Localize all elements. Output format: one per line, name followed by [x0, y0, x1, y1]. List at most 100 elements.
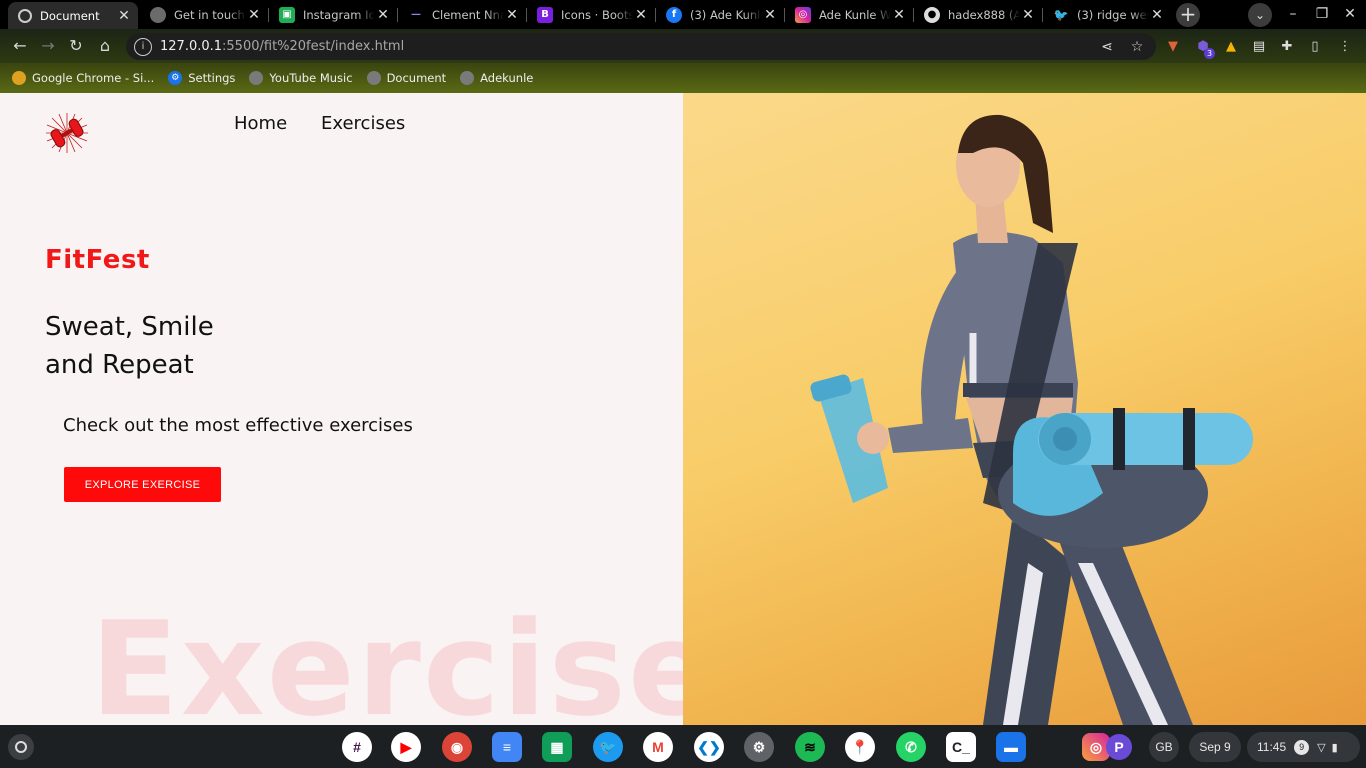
menu-kebab-icon[interactable]: ⋮: [1336, 38, 1354, 56]
line-favicon-icon: —: [411, 9, 421, 20]
minimize-icon[interactable]: –: [1283, 4, 1303, 24]
nav-home-link[interactable]: Home: [234, 113, 287, 134]
gear-icon: ⚙: [168, 71, 183, 85]
chrome-icon: [12, 71, 26, 85]
brand-title: FitFest: [45, 245, 150, 275]
notification-count: 9: [1294, 739, 1310, 755]
side-panel-icon[interactable]: ▯: [1306, 38, 1324, 56]
close-tab-icon[interactable]: ✕: [633, 7, 649, 23]
whatsapp-icon[interactable]: ✆: [896, 732, 926, 762]
tab-title: Ade Kunle Wu: [819, 7, 891, 22]
tab-clement[interactable]: — Clement Nnam ✕: [398, 0, 526, 29]
settings-icon[interactable]: ⚙: [744, 732, 774, 762]
brave-extension-icon[interactable]: ▼: [1164, 38, 1182, 56]
new-tab-button[interactable]: +: [1176, 3, 1200, 27]
bookmark-adekunle[interactable]: Adekunle: [460, 71, 533, 85]
gmail-icon[interactable]: M: [643, 732, 673, 762]
globe-icon: [460, 71, 475, 85]
hero-image: [683, 93, 1366, 725]
close-tab-icon[interactable]: ✕: [116, 8, 132, 24]
home-icon[interactable]: ⌂: [95, 36, 115, 56]
bookmark-document[interactable]: Document: [366, 71, 447, 85]
bookmark-chrome[interactable]: Google Chrome - Si...: [12, 71, 154, 85]
tab-title: hadex888 (Ani: [948, 7, 1020, 22]
tab-github[interactable]: ● hadex888 (Ani ✕: [914, 0, 1042, 29]
twitter-icon[interactable]: 🐦: [593, 732, 623, 762]
drive-icon[interactable]: ▲: [1222, 38, 1240, 56]
app-tray-icon[interactable]: P: [1106, 734, 1132, 760]
twitter-icon: 🐦: [1053, 7, 1069, 22]
maps-icon[interactable]: 📍: [845, 732, 875, 762]
close-window-icon[interactable]: ✕: [1340, 4, 1360, 24]
chrome-icon[interactable]: ◉: [442, 732, 472, 762]
close-tab-icon[interactable]: ✕: [891, 7, 907, 23]
tab-instagram[interactable]: ◎ Ade Kunle Wu ✕: [785, 0, 913, 29]
close-tab-icon[interactable]: ✕: [375, 7, 391, 23]
url-path: :5500/fit%20fest/index.html: [222, 39, 405, 54]
battery-icon: ▮: [1331, 741, 1338, 754]
address-bar[interactable]: i 127.0.0.1:5500/fit%20fest/index.html ⋖…: [126, 33, 1156, 60]
bookmark-youtube-music[interactable]: YouTube Music: [249, 71, 353, 85]
date-indicator[interactable]: Sep 9: [1189, 732, 1241, 762]
tab-title: (3) ridge wesle: [1077, 7, 1149, 22]
url-host: 127.0.0.1: [160, 39, 223, 54]
globe-icon: [18, 8, 32, 23]
sheets-favicon-icon: ▣: [279, 6, 295, 23]
close-tab-icon[interactable]: ✕: [504, 7, 520, 23]
browser-toolbar: ← → ↻ ⌂ i 127.0.0.1:5500/fit%20fest/inde…: [0, 29, 1366, 63]
terminal-icon[interactable]: C_: [946, 732, 976, 762]
close-tab-icon[interactable]: ✕: [1020, 7, 1036, 23]
keyboard-layout-indicator[interactable]: GB: [1149, 732, 1179, 762]
hero-tagline: Sweat, Smile and Repeat: [45, 308, 345, 384]
launcher-circle-icon: [15, 741, 27, 753]
page-content: Exercise Home Exercises FitFest Sweat, S…: [0, 93, 1366, 725]
bookmark-label: Document: [386, 71, 447, 85]
back-icon[interactable]: ←: [10, 36, 30, 56]
os-shelf: # ▶ ◉ ≡ ▦ 🐦 M ❮❯ ⚙ ≋ 📍 ✆ C_ ▬ ◎ P GB Sep 9 11:45 9 ▽ …: [0, 725, 1366, 768]
close-tab-icon[interactable]: ✕: [1149, 7, 1165, 23]
forward-icon[interactable]: →: [38, 36, 58, 56]
vscode-icon[interactable]: ❮❯: [694, 732, 724, 762]
tab-twitter[interactable]: 🐦 (3) ridge wesle ✕: [1043, 0, 1171, 29]
tab-get-in-touch[interactable]: Get in touch ✕: [140, 0, 268, 29]
wifi-icon: ▽: [1317, 741, 1326, 754]
nav-exercises-link[interactable]: Exercises: [321, 113, 405, 134]
calendar-extension-icon[interactable]: ▤: [1250, 38, 1268, 56]
clock-time: 11:45: [1257, 740, 1287, 754]
tab-title: Document: [40, 8, 100, 23]
launcher-button[interactable]: [8, 734, 34, 760]
system-tray[interactable]: 11:45 9 ▽ ▮: [1247, 732, 1360, 762]
tab-title: Clement Nnam: [432, 7, 504, 22]
tab-instagram-icon[interactable]: ▣ Instagram Icon ✕: [269, 0, 397, 29]
extensions-puzzle-icon[interactable]: ✚: [1278, 38, 1296, 56]
reload-icon[interactable]: ↻: [66, 36, 86, 56]
tab-title: Icons · Bootstr: [561, 7, 633, 22]
hero-subline: Check out the most effective exercises: [63, 415, 413, 436]
bookmark-settings[interactable]: ⚙ Settings: [168, 71, 235, 85]
extension-icon[interactable]: ⬢ 3: [1194, 38, 1215, 59]
slack-icon[interactable]: #: [342, 732, 372, 762]
share-icon[interactable]: ⋖: [1098, 38, 1116, 56]
tab-facebook[interactable]: f (3) Ade Kunle ✕: [656, 0, 784, 29]
youtube-icon[interactable]: ▶: [391, 732, 421, 762]
files-icon[interactable]: ▬: [996, 732, 1026, 762]
tab-document[interactable]: Document ✕: [8, 2, 138, 29]
bookmark-label: Adekunle: [480, 71, 534, 85]
explore-exercise-button[interactable]: EXPLORE EXERCISE: [64, 467, 221, 502]
site-info-icon[interactable]: i: [134, 37, 152, 56]
close-tab-icon[interactable]: ✕: [762, 7, 778, 23]
close-tab-icon[interactable]: ✕: [246, 7, 262, 23]
globe-icon: [150, 6, 166, 23]
bookmark-star-icon[interactable]: ☆: [1128, 38, 1146, 56]
instagram-icon: ◎: [795, 6, 811, 23]
bookmark-label: Settings: [188, 71, 236, 85]
maximize-icon[interactable]: ❐: [1312, 4, 1332, 24]
sheets-icon[interactable]: ▦: [542, 732, 572, 762]
globe-icon: [249, 71, 264, 85]
dumbbell-logo-icon[interactable]: [44, 111, 90, 155]
tab-search-button[interactable]: ⌄: [1248, 3, 1272, 27]
docs-icon[interactable]: ≡: [492, 732, 522, 762]
tab-bootstrap-icons[interactable]: B Icons · Bootstr ✕: [527, 0, 655, 29]
spotify-icon[interactable]: ≋: [795, 732, 825, 762]
bookmark-label: Google Chrome - Si...: [32, 71, 155, 85]
